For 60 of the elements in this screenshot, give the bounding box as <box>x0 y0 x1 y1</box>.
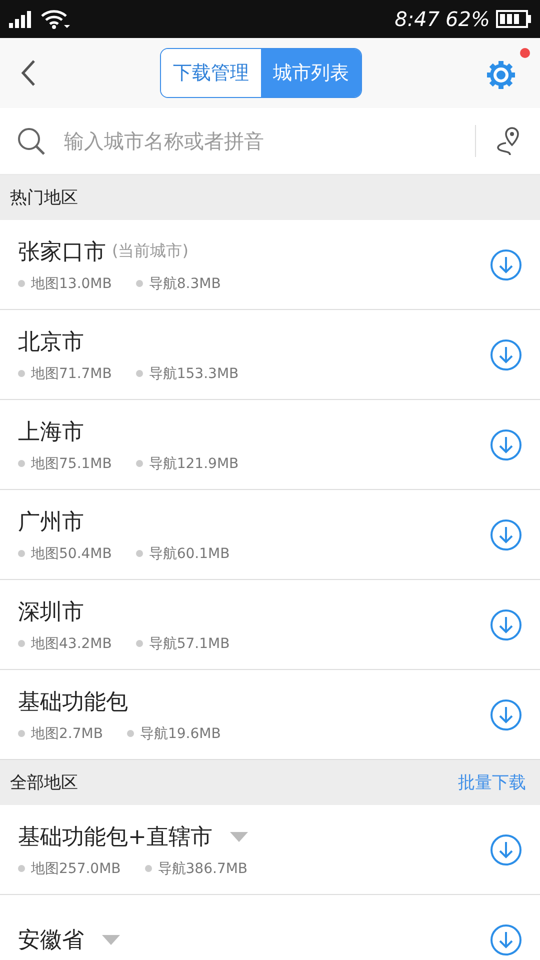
bullet-dot <box>136 460 143 467</box>
caret-icon[interactable] <box>230 832 248 842</box>
map-size: 地图257.0MB <box>31 860 121 878</box>
map-size: 地图71.7MB <box>31 364 112 382</box>
battery-percent: 62% <box>446 7 490 31</box>
navigation-size: 导航386.7MB <box>158 860 248 878</box>
navigation-size: 导航19.6MB <box>140 724 221 742</box>
map-size: 地图43.2MB <box>31 634 112 652</box>
city-name: 上海市 <box>18 418 84 446</box>
city-name: 广州市 <box>18 508 84 536</box>
bullet-dot <box>18 640 25 647</box>
navigation-size: 导航8.3MB <box>148 274 221 292</box>
back-icon[interactable] <box>20 59 36 87</box>
bullet-dot <box>18 550 25 557</box>
bullet-dot <box>126 730 134 737</box>
download-icon[interactable] <box>490 248 522 280</box>
city-name: 北京市 <box>18 328 84 356</box>
battery-icon <box>496 10 532 28</box>
bullet-dot <box>18 865 25 872</box>
bullet-dot <box>18 730 25 737</box>
bullet-dot <box>18 460 25 467</box>
city-name: 张家口市 <box>18 238 106 266</box>
city-name: 基础功能包+直辖市 <box>18 824 212 852</box>
wifi-icon <box>40 9 70 29</box>
bullet-dot <box>136 640 143 647</box>
bullet-dot <box>18 370 25 377</box>
bullet-dot <box>18 280 25 287</box>
clock: 8:47 <box>394 7 440 31</box>
caret-icon[interactable] <box>102 934 120 944</box>
city-name: 深圳市 <box>18 598 84 626</box>
section-title: 热门地区 <box>10 187 78 209</box>
city-name: 安徽省 <box>18 926 84 954</box>
map-size: 地图75.1MB <box>31 454 112 472</box>
download-icon[interactable] <box>490 698 522 730</box>
tab[interactable]: 城市列表 <box>261 49 361 97</box>
download-icon[interactable] <box>490 338 522 370</box>
current-city-note: (当前城市) <box>112 241 188 262</box>
download-icon[interactable] <box>490 834 522 866</box>
download-icon[interactable] <box>490 924 522 956</box>
section-title: 全部地区 <box>10 772 78 794</box>
navigation-size: 导航153.3MB <box>148 364 239 382</box>
signal-icon <box>8 10 34 28</box>
navigation-size: 导航57.1MB <box>148 634 230 652</box>
bullet-dot <box>136 550 143 557</box>
bullet-dot <box>136 280 143 287</box>
download-icon[interactable] <box>490 518 522 550</box>
bullet-dot <box>144 865 152 872</box>
search-icon <box>16 126 46 156</box>
map-size: 地图2.7MB <box>31 724 103 742</box>
search-field[interactable]: 输入城市名称或者拼音 <box>62 128 459 154</box>
batch-download-link[interactable]: 批量下载 <box>454 771 530 794</box>
city-name: 基础功能包 <box>18 688 128 716</box>
bullet-dot <box>136 370 143 377</box>
navigation-size: 导航121.9MB <box>148 454 239 472</box>
tab[interactable]: 下载管理 <box>161 49 261 97</box>
map-size: 地图13.0MB <box>31 274 112 292</box>
download-icon[interactable] <box>490 608 522 640</box>
navigation-size: 导航60.1MB <box>148 544 230 562</box>
download-icon[interactable] <box>490 428 522 460</box>
map-size: 地图50.4MB <box>31 544 112 562</box>
